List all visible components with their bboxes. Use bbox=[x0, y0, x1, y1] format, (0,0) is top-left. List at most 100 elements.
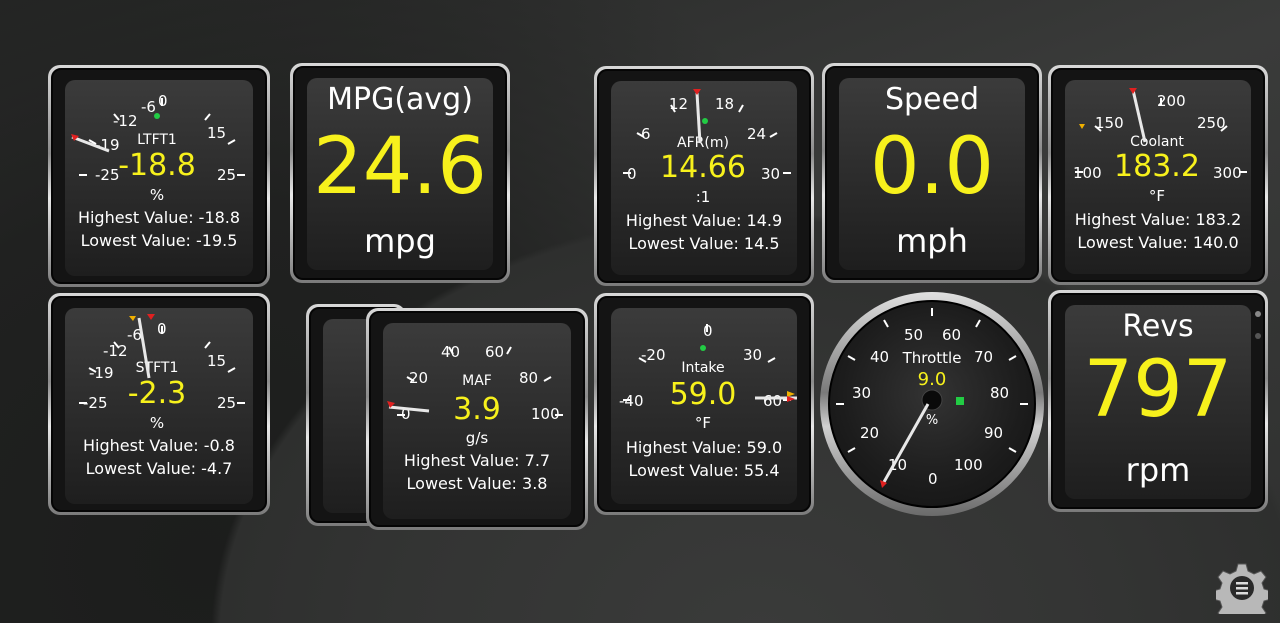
mpg-digital-gauge[interactable]: MPG(avg) 24.6 mpg bbox=[290, 63, 510, 283]
tick-label: 6 bbox=[641, 125, 651, 143]
gauge-unit: °F bbox=[1149, 187, 1165, 205]
gauge-unit: % bbox=[926, 413, 938, 428]
gauge-face: 0 6 12 18 24 30 AFR(m) 14.66 :1 Highest … bbox=[611, 81, 797, 275]
tick-label: 60 bbox=[942, 326, 961, 344]
lowest-value: Lowest Value: 14.5 bbox=[628, 234, 780, 253]
tick-label: 20 bbox=[860, 424, 879, 442]
tick-label: 25 bbox=[217, 166, 236, 184]
lowest-value: Lowest Value: -4.7 bbox=[85, 459, 233, 478]
tick-label: 150 bbox=[1095, 114, 1124, 132]
gauge-value: 183.2 bbox=[1114, 149, 1200, 184]
tick-label: 60 bbox=[485, 343, 504, 361]
tick-label: 0 bbox=[158, 92, 168, 110]
gauge-value: 9.0 bbox=[918, 369, 947, 390]
highest-value: Highest Value: 14.9 bbox=[625, 211, 783, 230]
gauge-label: Throttle bbox=[902, 349, 962, 367]
tick-label: -25 bbox=[95, 166, 120, 184]
status-square bbox=[956, 397, 964, 405]
tick-label: 40 bbox=[870, 348, 889, 366]
coolant-gauge[interactable]: 100 150 200 250 300 Coolant 183.2 °F Hig… bbox=[1048, 65, 1268, 285]
max-marker bbox=[1129, 88, 1137, 94]
gauge-face: -25 -19 -12 -6 0 15 25 LTFT1 -18.8 % Hig… bbox=[65, 80, 253, 276]
tick-label: 0 bbox=[928, 470, 938, 488]
tick-label: 24 bbox=[747, 125, 766, 143]
gauge-unit: mpg bbox=[364, 222, 436, 260]
gauge-unit: mph bbox=[896, 222, 968, 260]
gauge-face: Revs 797 rpm bbox=[1065, 305, 1251, 499]
gauge-value: 59.0 bbox=[670, 377, 737, 412]
gauge-value: -2.3 bbox=[128, 376, 187, 411]
gauge-label: Revs bbox=[1122, 309, 1194, 344]
highest-value: Highest Value: -0.8 bbox=[83, 436, 235, 455]
gauge-value: 3.9 bbox=[453, 392, 501, 427]
gauge-value: 797 bbox=[1083, 345, 1233, 435]
speed-digital-gauge[interactable]: Speed 0.0 mph bbox=[822, 63, 1042, 283]
gauge-unit: :1 bbox=[696, 188, 711, 206]
tick-label: 250 bbox=[1197, 114, 1226, 132]
tick-label: 100 bbox=[954, 456, 983, 474]
highest-value: Highest Value: 7.7 bbox=[403, 451, 551, 470]
tick-label: 15 bbox=[207, 352, 226, 370]
tick-label: 18 bbox=[715, 95, 734, 113]
max-marker bbox=[787, 391, 795, 397]
tick-label: 0 bbox=[157, 320, 167, 338]
page-indicator-dot bbox=[1255, 333, 1261, 339]
afr-gauge[interactable]: 0 6 12 18 24 30 AFR(m) 14.66 :1 Highest … bbox=[594, 66, 814, 286]
tick-label: 60 bbox=[763, 392, 782, 410]
gauge-label: MPG(avg) bbox=[327, 82, 473, 117]
tick-label: 0 bbox=[627, 165, 637, 183]
highest-value: Highest Value: 59.0 bbox=[625, 438, 783, 457]
revs-digital-gauge[interactable]: Revs 797 rpm bbox=[1048, 290, 1268, 512]
gauge-label: MAF bbox=[462, 373, 492, 389]
tick-label: 200 bbox=[1157, 92, 1186, 110]
intake-gauge[interactable]: -40 -20 0 30 60 Intake 59.0 °F Highest V… bbox=[594, 293, 814, 515]
gauge-label: Speed bbox=[884, 82, 980, 117]
tick-label: 30 bbox=[743, 346, 762, 364]
throttle-gauge[interactable]: 0 10 20 30 40 50 60 70 80 90 100 Throttl… bbox=[820, 292, 1044, 516]
gauge-unit: % bbox=[150, 414, 164, 432]
status-dot bbox=[700, 345, 706, 351]
tick-label: 40 bbox=[441, 343, 460, 361]
tick-label: 90 bbox=[984, 424, 1003, 442]
highest-value: Highest Value: 183.2 bbox=[1074, 210, 1242, 229]
highest-value: Highest Value: -18.8 bbox=[77, 208, 241, 227]
tick-label: -40 bbox=[619, 392, 644, 410]
gauge-unit: rpm bbox=[1125, 451, 1191, 489]
max-marker bbox=[693, 89, 701, 95]
gauge-value: 24.6 bbox=[313, 122, 487, 212]
tick-label: 30 bbox=[852, 384, 871, 402]
gauge-face: MPG(avg) 24.6 mpg bbox=[307, 78, 493, 270]
gauge-unit: °F bbox=[695, 414, 711, 432]
tick-label: 0 bbox=[703, 322, 713, 340]
tick-label: 100 bbox=[531, 405, 560, 423]
tick-label: -19 bbox=[89, 364, 114, 382]
page-indicator-dot bbox=[1255, 311, 1261, 317]
gear-menu-icon[interactable] bbox=[1212, 562, 1272, 623]
tick-label: 300 bbox=[1213, 164, 1242, 182]
gauge-unit: g/s bbox=[466, 429, 489, 447]
ltft1-gauge[interactable]: -25 -19 -12 -6 0 15 25 LTFT1 -18.8 % Hig… bbox=[48, 65, 270, 287]
needle bbox=[388, 405, 430, 413]
min-marker bbox=[129, 316, 136, 321]
status-dot bbox=[702, 118, 708, 124]
tick-label: 70 bbox=[974, 348, 993, 366]
tick-label: 100 bbox=[1073, 164, 1102, 182]
gauge-face: -40 -20 0 30 60 Intake 59.0 °F Highest V… bbox=[611, 308, 797, 504]
lowest-value: Lowest Value: 55.4 bbox=[628, 461, 780, 480]
tick-label: -12 bbox=[113, 112, 138, 130]
tick-label: -12 bbox=[103, 342, 128, 360]
status-dot bbox=[154, 113, 160, 119]
lowest-value: Lowest Value: 140.0 bbox=[1077, 233, 1239, 252]
tick-label: 15 bbox=[207, 124, 226, 142]
tick-label: 25 bbox=[217, 394, 236, 412]
tick-label: -6 bbox=[141, 98, 156, 116]
gauge-face: -25 -19 -12 -6 0 15 25 STFT1 -2.3 % High… bbox=[65, 308, 253, 504]
gauge-label: Coolant bbox=[1130, 134, 1184, 150]
maf-gauge[interactable]: 0 20 40 60 80 100 MAF 3.9 g/s Highest Va… bbox=[366, 308, 588, 530]
max-marker bbox=[147, 314, 155, 320]
tick-label: -20 bbox=[641, 346, 666, 364]
lowest-value: Lowest Value: -19.5 bbox=[80, 231, 238, 250]
gauge-label: Intake bbox=[681, 360, 724, 376]
stft1-gauge[interactable]: -25 -19 -12 -6 0 15 25 STFT1 -2.3 % High… bbox=[48, 293, 270, 515]
gauge-value: 0.0 bbox=[869, 122, 995, 212]
